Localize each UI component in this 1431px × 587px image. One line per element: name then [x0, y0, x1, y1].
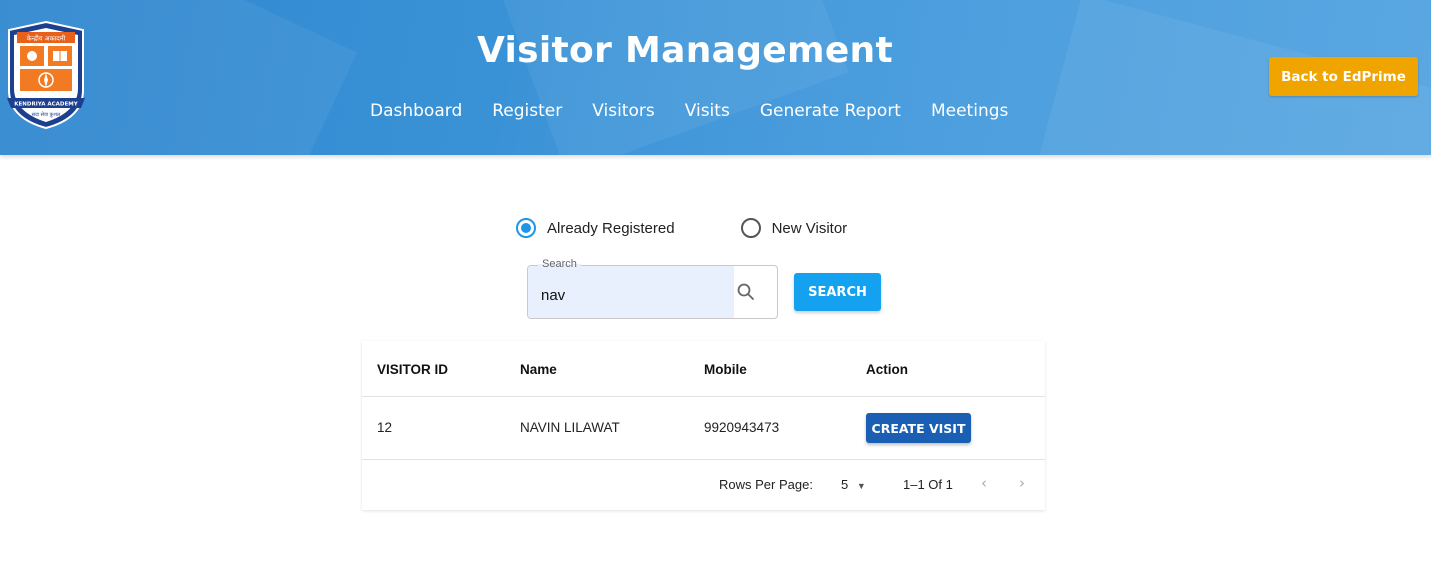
rows-per-page-value: 5 [841, 477, 849, 492]
visitor-results-table: VISITOR ID Name Mobile Action 12 NAVIN L… [362, 341, 1045, 510]
previous-page-icon[interactable]: ‹ [981, 474, 987, 492]
column-header-visitor-id: VISITOR ID [377, 362, 449, 377]
nav-meetings[interactable]: Meetings [931, 101, 1008, 121]
main-nav: Dashboard Register Visitors Visits Gener… [370, 101, 1038, 121]
logo-ribbon-text: KENDRIYA ACADEMY [14, 102, 78, 108]
pagination-range: 1–1 Of 1 [903, 477, 953, 492]
create-visit-button[interactable]: CREATE VISIT [866, 413, 971, 443]
cell-visitor-id: 12 [377, 420, 393, 435]
radio-already-registered[interactable]: Already Registered [516, 218, 675, 238]
radio-already-registered-label: Already Registered [547, 219, 675, 237]
visitor-type-radio-group: Already Registered New Visitor [516, 218, 847, 238]
search-label: Search [538, 258, 581, 270]
column-header-name: Name [520, 362, 557, 377]
cell-mobile: 9920943473 [704, 420, 780, 435]
radio-new-visitor-label: New Visitor [771, 219, 848, 237]
search-button[interactable]: SEARCH [794, 273, 881, 311]
search-icon[interactable] [736, 282, 756, 302]
header-divider [362, 396, 1045, 397]
nav-visits[interactable]: Visits [685, 101, 730, 121]
radio-checked-icon[interactable] [516, 218, 536, 238]
search-input[interactable] [541, 284, 726, 306]
radio-new-visitor[interactable]: New Visitor [740, 218, 848, 238]
next-page-icon[interactable]: › [1019, 474, 1025, 492]
app-header: केन्द्रीय अकादमी KENDRIYA ACADEMY सदा से… [0, 0, 1431, 155]
cell-name: NAVIN LILAWAT [520, 420, 620, 435]
nav-generate-report[interactable]: Generate Report [760, 101, 901, 121]
nav-visitors[interactable]: Visitors [592, 101, 654, 121]
rows-per-page-label: Rows Per Page: [719, 477, 813, 492]
back-to-edprime-button[interactable]: Back to EdPrime [1269, 57, 1418, 96]
column-header-action: Action [866, 362, 908, 377]
dropdown-arrow-icon: ▼ [856, 481, 866, 491]
page-title: Visitor Management [477, 30, 893, 71]
radio-unchecked-icon[interactable] [740, 218, 761, 238]
row-divider [362, 459, 1045, 460]
column-header-mobile: Mobile [704, 362, 747, 377]
rows-per-page-select[interactable]: 5 ▼ [841, 477, 866, 492]
header-decoration [491, 0, 849, 155]
nav-register[interactable]: Register [492, 101, 562, 121]
nav-dashboard[interactable]: Dashboard [370, 101, 462, 121]
logo-text-bottom: सदा सेवा कुशल [32, 111, 61, 118]
